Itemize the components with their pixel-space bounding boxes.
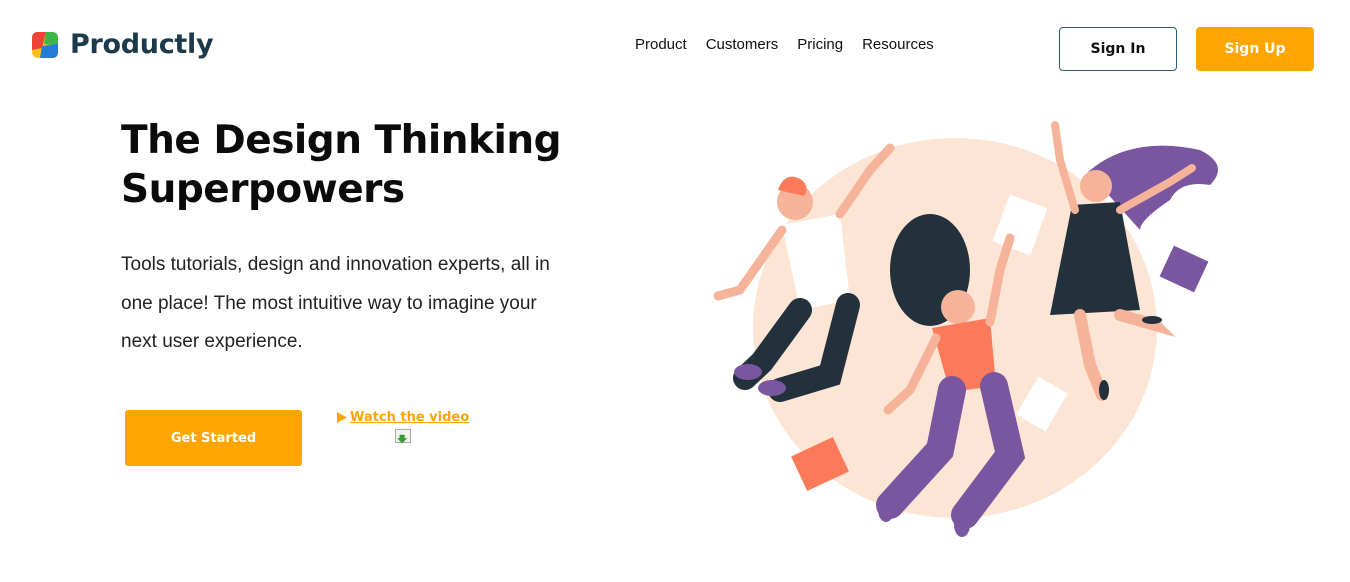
watch-video-label: Watch the video	[350, 410, 470, 425]
sign-up-button[interactable]: Sign Up	[1196, 27, 1314, 71]
sign-in-button[interactable]: Sign In	[1059, 27, 1177, 71]
hero-title: The Design Thinking Superpowers	[121, 118, 562, 212]
nav-item-resources[interactable]: Resources	[862, 36, 934, 53]
brand-name: Productly	[70, 28, 214, 60]
nav-item-pricing[interactable]: Pricing	[797, 36, 843, 53]
watch-video-link[interactable]: Watch the video	[336, 410, 469, 425]
nav-item-customers[interactable]: Customers	[706, 36, 779, 53]
broken-image-icon	[395, 429, 411, 444]
jumping-people-illustration	[713, 121, 1218, 537]
brand-logo[interactable]: Productly	[30, 28, 214, 60]
productly-logo-icon	[32, 32, 58, 58]
play-icon	[337, 412, 347, 423]
main-nav: Product Customers Pricing Resources	[635, 36, 934, 53]
hero-subtitle: Tools tutorials, design and innovation e…	[121, 254, 550, 352]
nav-item-product[interactable]: Product	[635, 36, 687, 53]
get-started-button[interactable]: Get Started	[125, 410, 302, 466]
